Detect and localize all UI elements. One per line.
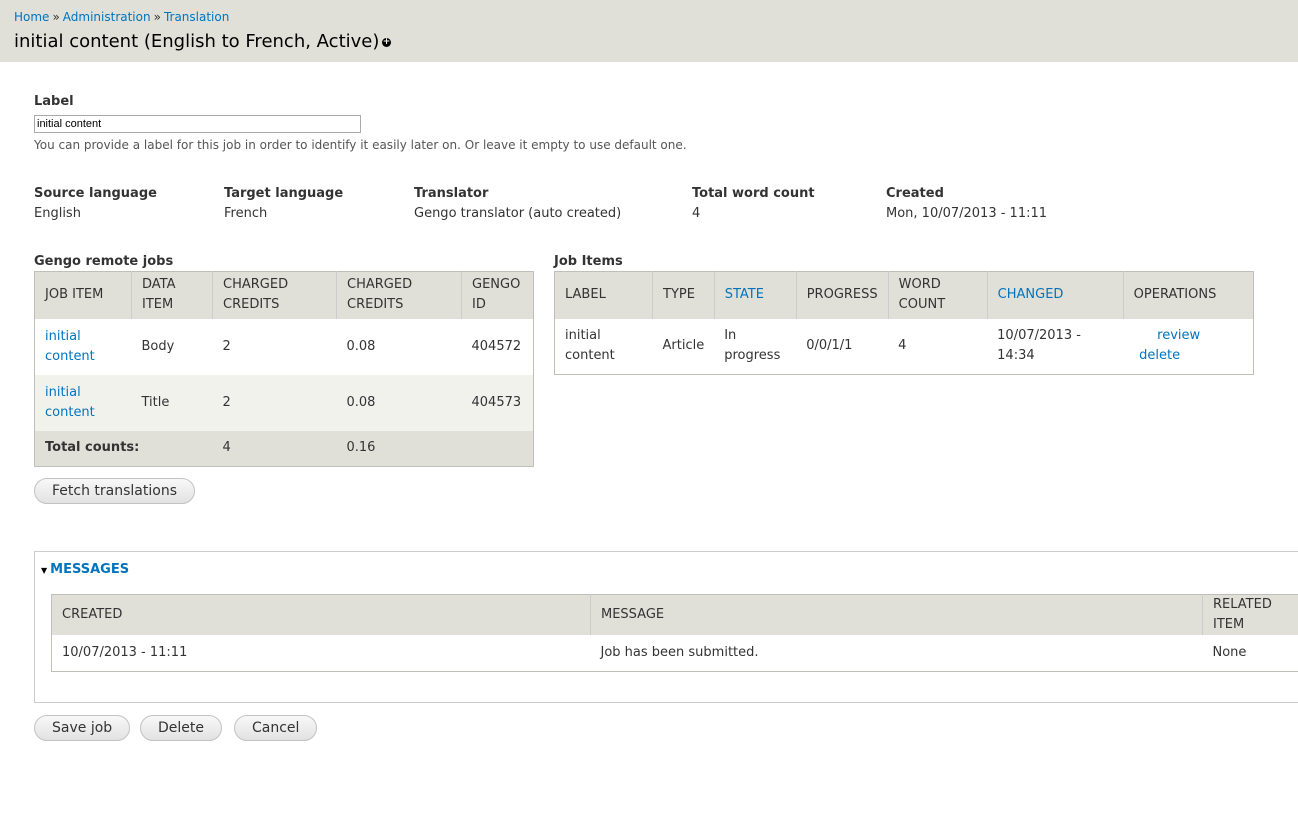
column-header: TYPE bbox=[652, 271, 715, 319]
table-row: 10/07/2013 - 11:11 Job has been submitte… bbox=[51, 635, 1298, 671]
add-shortcut-icon[interactable]: + bbox=[382, 38, 391, 47]
column-header: OPERATIONS bbox=[1123, 271, 1254, 319]
column-header: RELATED ITEM bbox=[1202, 594, 1298, 635]
delete-link[interactable]: delete bbox=[1139, 346, 1243, 366]
table-row: initial content Title 2 0.08 404573 bbox=[34, 374, 534, 431]
info-value: English bbox=[34, 206, 81, 221]
delete-button[interactable]: Delete bbox=[140, 715, 222, 741]
label-field-label: Label bbox=[34, 94, 74, 109]
info-target-language: Target language French bbox=[224, 186, 343, 221]
table-cell: 10/07/2013 - 11:11 bbox=[51, 635, 591, 671]
table-cell: Title bbox=[131, 374, 213, 431]
column-header: PROGRESS bbox=[796, 271, 889, 319]
column-header: GENGO ID bbox=[461, 271, 534, 319]
info-source-language: Source language English bbox=[34, 186, 157, 221]
table-cell: 0.08 bbox=[336, 318, 462, 375]
table-cell: None bbox=[1202, 635, 1298, 671]
table-row: initial content Article In progress 0/0/… bbox=[554, 318, 1254, 375]
operations-cell: review delete bbox=[1123, 318, 1254, 375]
review-link[interactable]: review bbox=[1139, 326, 1243, 346]
column-header: JOB ITEM bbox=[34, 271, 132, 319]
messages-toggle[interactable]: ▼ MESSAGES bbox=[41, 562, 129, 577]
breadcrumb-administration[interactable]: Administration bbox=[63, 10, 151, 24]
breadcrumb-translation[interactable]: Translation bbox=[164, 10, 229, 24]
table-cell: 404572 bbox=[461, 318, 534, 375]
label-input[interactable] bbox=[34, 115, 361, 133]
messages-title: MESSAGES bbox=[50, 562, 130, 577]
info-created: Created Mon, 10/07/2013 - 11:11 bbox=[886, 186, 1047, 221]
column-header: MESSAGE bbox=[590, 594, 1203, 635]
job-item-link[interactable]: initial content bbox=[45, 329, 95, 364]
info-value: 4 bbox=[692, 206, 701, 221]
info-translator: Translator Gengo translator (auto create… bbox=[414, 186, 621, 221]
table-cell: 0/0/1/1 bbox=[796, 318, 889, 375]
sort-changed-header[interactable]: CHANGED bbox=[987, 271, 1124, 319]
breadcrumb-separator: » bbox=[153, 10, 161, 24]
gengo-jobs-title: Gengo remote jobs bbox=[34, 254, 174, 269]
page-title: initial content (English to French, Acti… bbox=[14, 31, 380, 52]
info-value: Gengo translator (auto created) bbox=[414, 206, 622, 221]
table-row: initial content Body 2 0.08 404572 bbox=[34, 318, 534, 375]
table-cell: 10/07/2013 - 14:34 bbox=[987, 318, 1124, 375]
info-value: Mon, 10/07/2013 - 11:11 bbox=[886, 206, 1048, 221]
column-header: CREATED bbox=[51, 594, 591, 635]
label-field-wrapper: Label You can provide a label for this j… bbox=[34, 94, 687, 152]
column-header: DATA ITEM bbox=[131, 271, 213, 319]
table-cell: Job has been submitted. bbox=[590, 635, 1203, 671]
info-heading: Target language bbox=[224, 186, 344, 201]
total-credits: 4 bbox=[212, 430, 337, 467]
total-amount: 0.16 bbox=[336, 430, 462, 467]
info-heading: Source language bbox=[34, 186, 157, 201]
gengo-jobs-table: JOB ITEM DATA ITEM CHARGED CREDITS CHARG… bbox=[34, 271, 534, 467]
fetch-translations-button[interactable]: Fetch translations bbox=[34, 478, 195, 504]
info-heading: Translator bbox=[414, 186, 489, 201]
total-row: Total counts: 4 0.16 bbox=[34, 430, 534, 467]
job-items-title: Job Items bbox=[554, 254, 623, 269]
sort-state-link[interactable]: STATE bbox=[725, 287, 764, 302]
column-header: CHARGED CREDITS bbox=[212, 271, 337, 319]
sort-changed-link[interactable]: CHANGED bbox=[998, 287, 1064, 302]
breadcrumb-home[interactable]: Home bbox=[14, 10, 49, 24]
label-field-description: You can provide a label for this job in … bbox=[34, 138, 687, 152]
messages-table: CREATED MESSAGE RELATED ITEM 10/07/2013 … bbox=[51, 594, 1298, 672]
info-heading: Created bbox=[886, 186, 944, 201]
sort-state-header[interactable]: STATE bbox=[714, 271, 797, 319]
column-header: CHARGED CREDITS bbox=[336, 271, 462, 319]
collapse-triangle-icon: ▼ bbox=[41, 566, 48, 575]
table-cell: 2 bbox=[212, 374, 337, 431]
page-header: Home» Administration» Translation initial … bbox=[0, 0, 1298, 62]
table-cell: In progress bbox=[714, 318, 797, 375]
info-value: French bbox=[224, 206, 268, 221]
info-heading: Total word count bbox=[692, 186, 815, 201]
table-cell: Body bbox=[131, 318, 213, 375]
info-word-count: Total word count 4 bbox=[692, 186, 815, 221]
breadcrumb: Home» Administration» Translation bbox=[14, 10, 229, 24]
column-header: WORD COUNT bbox=[888, 271, 988, 319]
breadcrumb-separator: » bbox=[52, 10, 60, 24]
table-cell: 4 bbox=[888, 318, 988, 375]
total-label: Total counts: bbox=[34, 430, 213, 467]
table-cell: 0.08 bbox=[336, 374, 462, 431]
save-job-button[interactable]: Save job bbox=[34, 715, 131, 741]
job-items-table: LABEL TYPE STATE PROGRESS WORD COUNT CHA… bbox=[554, 271, 1254, 375]
job-item-link[interactable]: initial content bbox=[45, 385, 95, 420]
table-cell: 404573 bbox=[461, 374, 534, 431]
messages-fieldset: ▼ MESSAGES CREATED MESSAGE RELATED ITEM 1… bbox=[34, 551, 1298, 703]
table-cell bbox=[461, 430, 534, 467]
table-cell: 2 bbox=[212, 318, 337, 375]
column-header: LABEL bbox=[554, 271, 653, 319]
table-cell: Article bbox=[652, 318, 715, 375]
cancel-button[interactable]: Cancel bbox=[234, 715, 318, 741]
table-cell: initial content bbox=[554, 318, 653, 375]
